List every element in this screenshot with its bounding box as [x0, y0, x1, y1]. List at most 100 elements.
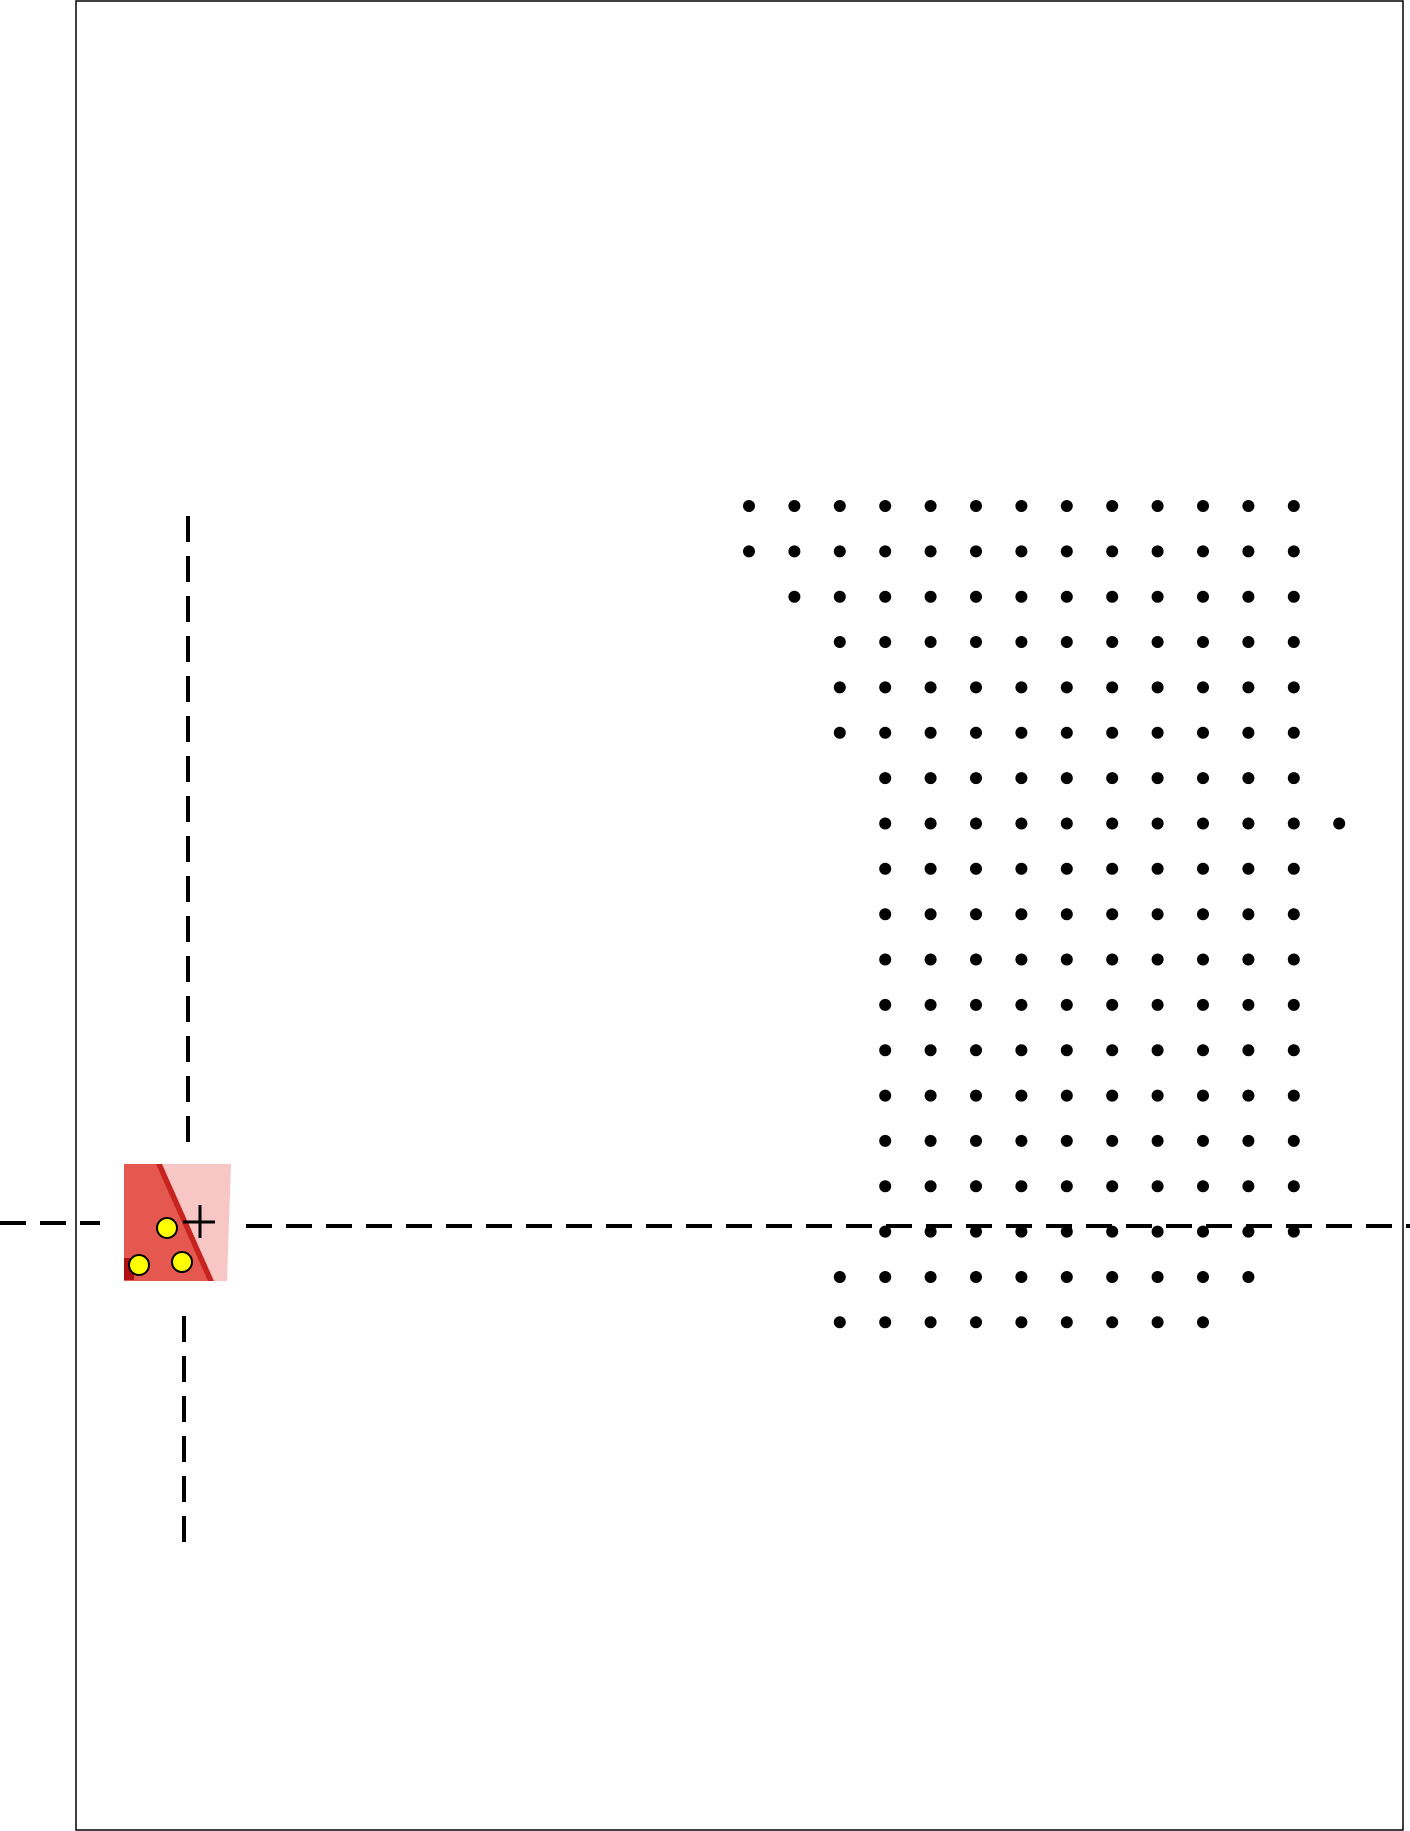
grid-dot — [970, 590, 982, 603]
grid-dot — [1060, 953, 1073, 966]
grid-dot — [833, 636, 846, 648]
grid-dot — [1151, 1271, 1164, 1283]
grid-dot — [1151, 726, 1164, 739]
grid-dot — [833, 590, 846, 603]
grid-dot — [1060, 862, 1073, 875]
grid-dot — [1060, 1225, 1073, 1238]
grid-dot — [1197, 1089, 1209, 1102]
grid-dot — [1287, 590, 1300, 603]
grid-dot — [1106, 1089, 1119, 1102]
grid-dot — [1197, 862, 1209, 875]
grid-dot — [1333, 817, 1346, 830]
grid-dot — [1015, 500, 1028, 512]
grid-dot — [1060, 908, 1073, 921]
grid-dot — [1106, 817, 1119, 830]
grid-dot — [879, 500, 892, 512]
grid-dot — [1060, 817, 1073, 830]
grid-dot — [788, 590, 801, 603]
grid-dot — [1242, 1225, 1255, 1238]
grid-dot — [1015, 772, 1028, 785]
grid-dot — [1242, 1271, 1255, 1283]
diagram-canvas — [0, 0, 1410, 1831]
grid-dot — [1060, 636, 1073, 648]
grid-dot — [1106, 998, 1119, 1011]
grid-dot — [879, 772, 892, 785]
grid-dot — [924, 772, 937, 785]
grid-dot — [924, 1225, 937, 1238]
grid-dot — [924, 681, 937, 694]
grid-dot — [1060, 545, 1073, 558]
grid-dot — [1151, 862, 1164, 875]
grid-dot — [1151, 772, 1164, 785]
grid-dot — [1106, 500, 1119, 512]
grid-dot — [970, 1134, 982, 1147]
grid-dot — [970, 1271, 982, 1283]
grid-dot — [1242, 545, 1255, 558]
grid-dot — [1197, 1180, 1209, 1193]
grid-dot — [924, 862, 937, 875]
grid-dot — [924, 1316, 937, 1329]
grid-dot — [970, 636, 982, 648]
grid-dot — [1060, 726, 1073, 739]
grid-dot — [1287, 500, 1300, 512]
grid-dot — [1197, 1134, 1209, 1147]
grid-dot — [924, 590, 937, 603]
grid-dot — [1015, 681, 1028, 694]
grid-dot — [1106, 681, 1119, 694]
grid-dot — [1287, 998, 1300, 1011]
grid-dot — [788, 545, 801, 558]
grid-dot — [1197, 817, 1209, 830]
grid-dot — [924, 1089, 937, 1102]
grid-dot — [1106, 1271, 1119, 1283]
grid-dot — [1151, 908, 1164, 921]
grid-dot — [1197, 681, 1209, 694]
grid-dot — [970, 1225, 982, 1238]
grid-dot — [879, 1225, 892, 1238]
grid-dot — [1242, 908, 1255, 921]
grid-dot — [879, 1134, 892, 1147]
grid-dot — [879, 953, 892, 966]
grid-dot — [924, 636, 937, 648]
grid-dot — [1060, 1134, 1073, 1147]
grid-dot — [924, 726, 937, 739]
grid-dot — [1151, 953, 1164, 966]
grid-dot — [879, 1180, 892, 1193]
grid-dot — [924, 1134, 937, 1147]
grid-dot — [1197, 953, 1209, 966]
grid-dot — [1151, 590, 1164, 603]
grid-dot — [1060, 1180, 1073, 1193]
grid-dot — [1242, 1044, 1255, 1057]
grid-dot — [1015, 1134, 1028, 1147]
grid-dot — [1197, 590, 1209, 603]
grid-dot — [879, 862, 892, 875]
grid-dot — [970, 862, 982, 875]
grid-dot — [1242, 953, 1255, 966]
grid-dot — [1242, 500, 1255, 512]
grid-dot — [1015, 1316, 1028, 1329]
grid-dot — [924, 1180, 937, 1193]
grid-dot — [1106, 1180, 1119, 1193]
grid-dot — [1287, 1134, 1300, 1147]
grid-dot — [1106, 862, 1119, 875]
grid-dot — [1060, 1089, 1073, 1102]
grid-dot — [833, 545, 846, 558]
grid-dot — [1197, 908, 1209, 921]
grid-dot — [1287, 953, 1300, 966]
grid-dot — [924, 1044, 937, 1057]
grid-dot — [1060, 998, 1073, 1011]
grid-dot — [1106, 908, 1119, 921]
grid-dot — [1015, 1180, 1028, 1193]
grid-dot — [833, 500, 846, 512]
grid-dot — [1287, 772, 1300, 785]
grid-dot — [1287, 545, 1300, 558]
grid-dot — [1106, 953, 1119, 966]
grid-dot — [1060, 681, 1073, 694]
grid-dot — [743, 500, 755, 512]
grid-dot — [1242, 1089, 1255, 1102]
guide-lines — [0, 516, 1410, 1545]
grid-dot — [924, 817, 937, 830]
grid-dot — [970, 953, 982, 966]
grid-dot — [879, 590, 892, 603]
grid-dot — [833, 1316, 846, 1329]
grid-dot — [1060, 500, 1073, 512]
